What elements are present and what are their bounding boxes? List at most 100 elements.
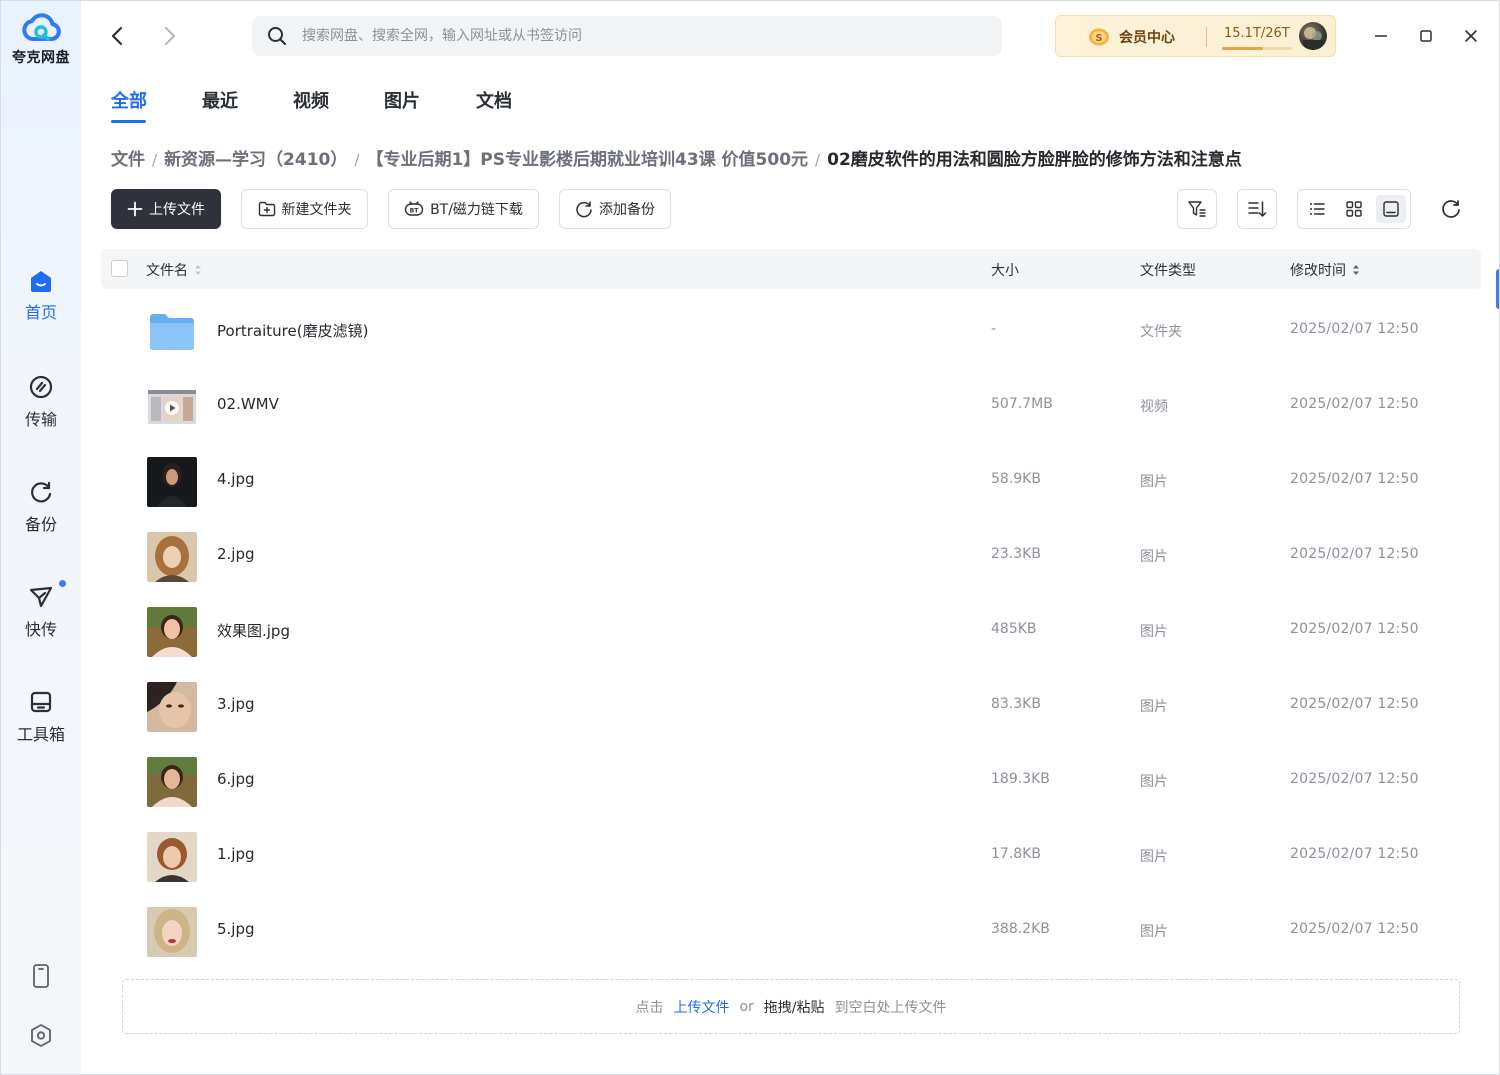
refresh-button[interactable] — [1438, 196, 1464, 222]
file-row[interactable]: 3.jpg 83.3KB 图片 2025/02/07 12:50 — [101, 669, 1481, 744]
large-view-button[interactable] — [1376, 195, 1406, 223]
grid-view-button[interactable] — [1339, 195, 1369, 223]
file-row[interactable]: 1.jpg 17.8KB 图片 2025/02/07 12:50 — [101, 819, 1481, 894]
sidebar-item-home[interactable]: 首页 — [1, 269, 81, 323]
mobile-app-button[interactable] — [1, 963, 81, 989]
file-row[interactable]: 02.WMV 507.7MB 视频 2025/02/07 12:50 — [101, 369, 1481, 444]
close-button[interactable] — [1458, 23, 1484, 49]
breadcrumb-separator: / — [354, 151, 360, 169]
maximize-icon — [1420, 30, 1432, 42]
breadcrumb-item-root[interactable]: 文件 — [111, 150, 145, 170]
file-type: 图片 — [1140, 699, 1168, 715]
avatar-image — [1303, 27, 1323, 50]
chevron-left-icon — [111, 26, 123, 46]
file-modified: 2025/02/07 12:50 — [1290, 921, 1419, 937]
tab-image[interactable]: 图片 — [384, 87, 420, 113]
minimize-button[interactable] — [1368, 23, 1394, 49]
file-row[interactable]: 6.jpg 189.3KB 图片 2025/02/07 12:50 — [101, 744, 1481, 819]
avatar[interactable] — [1299, 22, 1327, 50]
view-mode-switcher — [1297, 189, 1411, 229]
upload-button-label: 上传文件 — [149, 202, 205, 218]
file-type: 图片 — [1140, 474, 1168, 490]
close-icon — [1465, 30, 1477, 42]
video-thumbnail — [147, 382, 197, 432]
folder-plus-icon — [258, 201, 275, 217]
file-name[interactable]: 4.jpg — [217, 470, 255, 488]
home-icon — [31, 271, 51, 292]
bt-download-button-label: BT/磁力链下载 — [430, 202, 523, 218]
file-name[interactable]: 3.jpg — [217, 695, 255, 713]
file-row[interactable]: 效果图.jpg 485KB 图片 2025/02/07 12:50 — [101, 594, 1481, 669]
column-header-modified[interactable]: 修改时间 — [1290, 260, 1360, 280]
member-center-panel[interactable]: S 会员中心 15.1T/26T — [1055, 15, 1336, 57]
file-modified: 2025/02/07 12:50 — [1290, 546, 1419, 562]
column-header-size[interactable]: 大小 — [991, 260, 1019, 280]
file-row[interactable]: 2.jpg 23.3KB 图片 2025/02/07 12:50 — [101, 519, 1481, 594]
dropzone-upload-link[interactable]: 上传文件 — [673, 997, 729, 1017]
quick-send-icon — [29, 586, 53, 608]
search-input[interactable] — [302, 16, 982, 56]
app-logo[interactable]: 夸克网盘 — [1, 11, 81, 67]
sidebar-item-quick-send[interactable]: 快传 — [1, 580, 81, 640]
maximize-button[interactable] — [1413, 23, 1439, 49]
sidebar-item-backup[interactable]: 备份 — [1, 479, 81, 535]
tab-recent[interactable]: 最近 — [202, 87, 238, 113]
file-name[interactable]: 6.jpg — [217, 770, 255, 788]
select-all-checkbox[interactable] — [111, 260, 128, 277]
list-view-button[interactable] — [1302, 195, 1332, 223]
grid-view-icon — [1346, 201, 1362, 217]
file-row[interactable]: 4.jpg 58.9KB 图片 2025/02/07 12:50 — [101, 444, 1481, 519]
large-view-icon — [1383, 201, 1399, 217]
file-modified: 2025/02/07 12:50 — [1290, 321, 1419, 337]
bt-icon: BT — [404, 201, 424, 216]
search-bar[interactable] — [252, 16, 1002, 56]
file-table-header: 文件名 大小 文件类型 修改时间 — [101, 249, 1481, 289]
file-size: 189.3KB — [991, 771, 1050, 787]
upload-button[interactable]: 上传文件 — [111, 189, 221, 229]
tab-video[interactable]: 视频 — [293, 87, 329, 113]
refresh-circle-icon — [576, 201, 592, 218]
column-header-type[interactable]: 文件类型 — [1140, 260, 1196, 280]
app-name: 夸克网盘 — [12, 50, 70, 66]
filter-button[interactable] — [1177, 189, 1217, 229]
forward-button[interactable] — [156, 23, 182, 49]
sidebar-item-toolbox[interactable]: 工具箱 — [1, 689, 81, 745]
file-name[interactable]: Portraiture(磨皮滤镜) — [217, 320, 368, 341]
folder-row[interactable]: Portraiture(磨皮滤镜) - 文件夹 2025/02/07 12:50 — [101, 294, 1481, 369]
new-folder-button[interactable]: 新建文件夹 — [241, 189, 368, 229]
column-header-name[interactable]: 文件名 — [146, 260, 202, 280]
plus-icon — [127, 201, 143, 217]
file-row[interactable]: 5.jpg 388.2KB 图片 2025/02/07 12:50 — [101, 894, 1481, 969]
scrollbar-thumb[interactable] — [1496, 269, 1499, 309]
add-backup-button[interactable]: 添加备份 — [559, 189, 671, 229]
back-button[interactable] — [105, 23, 131, 49]
file-name[interactable]: 5.jpg — [217, 920, 255, 938]
file-size: 17.8KB — [991, 846, 1041, 862]
storage-bar-fill — [1222, 47, 1263, 50]
app-window: 夸克网盘 首页 传输 备份 快传 工具箱 搜索网盘、搜索全网，输入网址或从书签访… — [0, 0, 1500, 1075]
file-type: 文件夹 — [1140, 324, 1182, 340]
file-name[interactable]: 效果图.jpg — [217, 620, 290, 641]
breadcrumb-item-course[interactable]: 【专业后期1】PS专业影楼后期就业培训43课 价值500元 — [366, 150, 808, 170]
tab-all[interactable]: 全部 — [111, 87, 147, 113]
sort-arrows-icon — [195, 265, 201, 275]
settings-button[interactable] — [1, 1023, 81, 1049]
tab-document[interactable]: 文档 — [476, 87, 512, 113]
new-folder-button-label: 新建文件夹 — [281, 202, 352, 218]
cloud-logo-icon — [22, 13, 61, 41]
minimize-icon — [1375, 35, 1387, 37]
svg-text:BT: BT — [410, 207, 420, 214]
upload-dropzone[interactable]: 点击 上传文件 or 拖拽/粘贴 到空白处上传文件 — [122, 979, 1460, 1034]
dropzone-suffix: 到空白处上传文件 — [834, 999, 947, 1016]
bt-download-button[interactable]: BT BT/磁力链下载 — [388, 189, 539, 229]
sort-button[interactable] — [1237, 189, 1277, 229]
breadcrumb-separator: / — [815, 151, 821, 169]
sidebar-item-transfer[interactable]: 传输 — [1, 374, 81, 430]
file-name[interactable]: 02.WMV — [217, 395, 279, 413]
file-name[interactable]: 2.jpg — [217, 545, 255, 563]
sidebar-item-label: 快传 — [24, 620, 57, 639]
file-name[interactable]: 1.jpg — [217, 845, 255, 863]
breadcrumb-item-folder[interactable]: 新资源—学习（2410） — [164, 150, 347, 170]
column-header-size-label: 大小 — [991, 263, 1019, 279]
file-modified: 2025/02/07 12:50 — [1290, 771, 1419, 787]
